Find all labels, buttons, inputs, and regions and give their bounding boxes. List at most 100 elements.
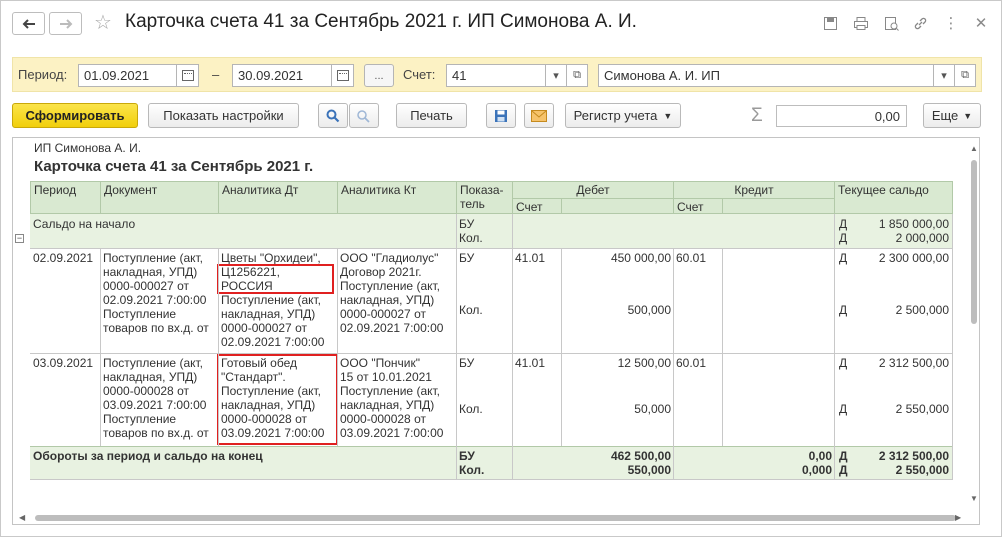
calendar-icon [336,70,349,81]
report-org: ИП Симонова А. И. [34,141,142,155]
row2-ind1: БУ [459,356,475,370]
date-from-input[interactable]: 01.09.2021 [78,64,177,87]
col-document: Документ [100,181,219,214]
report-window: ☆ Карточка счета 41 за Сентябрь 2021 г. … [0,0,1002,537]
calendar-icon [181,70,194,81]
sigma-icon: Σ [751,105,763,126]
totals-saldo: 2 312 500,00 2 550,000 [878,449,949,477]
opening-ind: БУ Кол. [459,217,483,245]
calendar-to-button[interactable] [331,64,354,87]
row1-ind2: Кол. [459,303,483,317]
show-settings-button[interactable]: Показать настройки [148,103,299,128]
link-icon[interactable] [911,14,929,32]
horizontal-scrollbar[interactable]: ◀ ▶ [13,511,968,524]
row2-period: 03.09.2021 [33,356,94,370]
calendar-from-button[interactable] [176,64,199,87]
print-icon[interactable] [852,14,870,32]
col-pokazatel: Показа- тель [456,181,513,214]
open-icon: ⧉ [961,69,969,81]
forward-button[interactable] [49,12,82,35]
vertical-scrollbar[interactable]: ▲ ▼ [968,138,979,508]
account-label: Счет: [403,67,436,82]
period-label: Период: [18,67,68,82]
row1-ind1: БУ [459,251,475,265]
row1-s1: 2 300 000,00 [878,251,949,265]
col-kredit: Кредит [673,181,835,199]
totals-debet: 462 500,00 550,000 [610,449,671,477]
row2-d-acc: 41.01 [515,356,546,370]
col-debet-sum [561,198,674,214]
register-dropdown-button[interactable]: Регистр учета ▼ [565,103,681,128]
totals-dk: Д Д [839,449,848,477]
arrow-right-icon [59,18,72,29]
report-title: Карточка счета 41 за Сентябрь 2021 г. [34,158,314,175]
save-icon[interactable] [821,14,839,32]
search-icon [326,109,340,122]
scroll-left-icon[interactable]: ◀ [19,513,25,522]
back-button[interactable] [12,12,45,35]
floppy-icon [495,109,507,122]
opening-dk: Д Д [839,217,848,245]
col-debet-schet: Счет [512,198,562,214]
search-next-button[interactable] [349,103,379,128]
highlight-box [217,354,338,445]
scroll-down-icon[interactable]: ▼ [970,494,978,503]
scroll-up-icon[interactable]: ▲ [970,144,978,153]
row2-k-acc: 60.01 [676,356,707,370]
chevron-down-icon: ▾ [941,70,947,82]
opening-label: Сальдо на начало [33,217,136,231]
choose-period-button[interactable]: ... [364,64,394,87]
report-area: ИП Симонова А. И. Карточка счета 41 за С… [12,137,980,525]
row1-s2: 2 500,000 [895,303,949,317]
register-label: Регистр учета [573,108,658,123]
col-saldo: Текущее сальдо [834,181,953,214]
chevron-down-icon: ▼ [663,110,673,121]
scroll-right-icon[interactable]: ▶ [955,513,961,522]
vertical-scroll-thumb[interactable] [971,160,977,324]
preview-icon[interactable] [882,14,900,32]
favorite-star-icon[interactable]: ☆ [94,10,112,35]
col-period: Период [30,181,101,214]
row1-d-acc: 41.01 [515,251,546,265]
row1-an-dt-rest: Поступление (акт, накладная, УПД) 0000-0… [221,293,325,349]
organization-input[interactable]: Симонова А. И. ИП [598,64,934,87]
collapse-group-icon[interactable]: − [15,234,24,243]
row1-document: Поступление (акт, накладная, УПД) 0000-0… [103,251,209,335]
organization-open-button[interactable]: ⧉ [954,64,976,87]
row1-period: 02.09.2021 [33,251,94,265]
account-open-button[interactable]: ⧉ [566,64,588,87]
row2-s1: 2 312 500,00 [878,356,949,370]
totals-ind: БУ Кол. [459,449,485,477]
filter-bar: Период: 01.09.2021 – 30.09.2021 ... Счет… [12,57,982,92]
horizontal-scroll-thumb[interactable] [35,515,956,521]
more-button[interactable]: Еще ▼ [923,103,981,128]
close-icon[interactable]: ✕ [972,14,990,32]
row1-dk1: Д [839,251,848,265]
highlight-box [217,264,334,294]
totals-kredit: 0,00 0,000 [801,449,832,477]
more-actions-icon[interactable]: ⋮ [942,14,960,32]
organization-dropdown-button[interactable]: ▾ [933,64,955,87]
col-an-kt: Аналитика Кт [337,181,457,214]
save-file-button[interactable] [486,103,516,128]
account-dropdown-button[interactable]: ▾ [545,64,567,87]
search-next-icon [357,109,370,123]
row2-document: Поступление (акт, накладная, УПД) 0000-0… [103,356,209,440]
sum-field: 0,00 [776,105,907,127]
search-button[interactable] [318,103,348,128]
col-kredit-sum [722,198,835,214]
col-debet: Дебет [512,181,674,199]
account-input[interactable]: 41 [446,64,546,87]
opening-sum: 1 850 000,00 2 000,000 [878,217,949,245]
window-title: Карточка счета 41 за Сентябрь 2021 г. ИП… [125,11,637,32]
generate-button[interactable]: Сформировать [12,103,138,128]
send-email-button[interactable] [524,103,554,128]
row2-s2: 2 550,000 [895,402,949,416]
date-to-input[interactable]: 30.09.2021 [232,64,332,87]
row2-ind2: Кол. [459,402,483,416]
col-kredit-schet: Счет [673,198,723,214]
col-an-dt: Аналитика Дт [218,181,338,214]
row2-dk2: Д [839,402,848,416]
print-button[interactable]: Печать [396,103,467,128]
row1-d-qty: 500,000 [627,303,671,317]
